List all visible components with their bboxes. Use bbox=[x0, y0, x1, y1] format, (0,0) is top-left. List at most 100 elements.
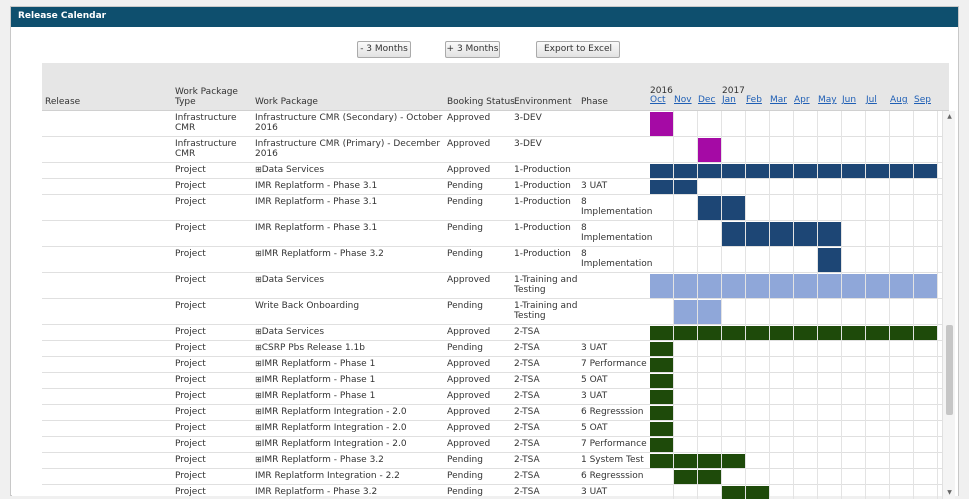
booking-bar[interactable] bbox=[914, 326, 937, 340]
table-row[interactable]: Infrastructure CMR Infrastructure CMR (Se… bbox=[42, 111, 949, 137]
month-link[interactable]: Nov bbox=[674, 95, 692, 105]
month-link[interactable]: Jul bbox=[866, 95, 877, 105]
booking-bar[interactable] bbox=[698, 196, 721, 220]
booking-bar[interactable] bbox=[794, 274, 817, 298]
booking-bar[interactable] bbox=[722, 326, 745, 340]
booking-bar[interactable] bbox=[698, 300, 721, 324]
booking-bar[interactable] bbox=[698, 274, 721, 298]
booking-bar[interactable] bbox=[914, 274, 937, 298]
booking-bar[interactable] bbox=[746, 326, 769, 340]
booking-bar[interactable] bbox=[890, 274, 913, 298]
booking-bar[interactable] bbox=[890, 326, 913, 340]
booking-bar[interactable] bbox=[770, 274, 793, 298]
booking-bar[interactable] bbox=[698, 326, 721, 340]
booking-bar[interactable] bbox=[770, 164, 793, 178]
booking-bar[interactable] bbox=[650, 342, 673, 356]
booking-bar[interactable] bbox=[722, 222, 745, 246]
table-row[interactable]: Project ⊞IMR Replatform - Phase 3.2 Pendin… bbox=[42, 247, 949, 273]
table-row[interactable]: Project ⊞IMR Replatform Integration - 2.0… bbox=[42, 437, 949, 453]
booking-bar[interactable] bbox=[674, 470, 697, 484]
booking-bar[interactable] bbox=[746, 164, 769, 178]
expand-icon[interactable]: ⊞ bbox=[255, 249, 262, 258]
table-row[interactable]: Project IMR Replatform - Phase 3.1 Pending… bbox=[42, 221, 949, 247]
month-link[interactable]: Dec bbox=[698, 95, 715, 105]
booking-bar[interactable] bbox=[650, 112, 673, 136]
expand-icon[interactable]: ⊞ bbox=[255, 423, 262, 432]
booking-bar[interactable] bbox=[650, 438, 673, 452]
booking-bar[interactable] bbox=[914, 164, 937, 178]
expand-icon[interactable]: ⊞ bbox=[255, 359, 262, 368]
month-link[interactable]: Jan bbox=[722, 95, 736, 105]
vertical-scrollbar[interactable]: ▲ ▼ bbox=[942, 111, 955, 499]
booking-bar[interactable] bbox=[674, 454, 697, 468]
booking-bar[interactable] bbox=[674, 180, 697, 194]
booking-bar[interactable] bbox=[650, 422, 673, 436]
table-row[interactable]: Project Write Back Onboarding Pending 1-Tra… bbox=[42, 299, 949, 325]
table-row[interactable]: Project ⊞CSRP Pbs Release 1.1b Pending 2-TS… bbox=[42, 341, 949, 357]
month-link[interactable]: Feb bbox=[746, 95, 762, 105]
table-row[interactable]: Project ⊞IMR Replatform Integration - 2.0… bbox=[42, 405, 949, 421]
month-link[interactable]: Aug bbox=[890, 95, 908, 105]
booking-bar[interactable] bbox=[794, 164, 817, 178]
booking-bar[interactable] bbox=[818, 274, 841, 298]
export-to-excel-button[interactable]: Export to Excel bbox=[536, 41, 620, 58]
booking-bar[interactable] bbox=[650, 274, 673, 298]
scroll-thumb[interactable] bbox=[946, 325, 953, 415]
expand-icon[interactable]: ⊞ bbox=[255, 375, 262, 384]
booking-bar[interactable] bbox=[818, 326, 841, 340]
booking-bar[interactable] bbox=[746, 222, 769, 246]
booking-bar[interactable] bbox=[698, 454, 721, 468]
booking-bar[interactable] bbox=[674, 164, 697, 178]
table-row[interactable]: Project ⊞Data Services Approved 1-Productio… bbox=[42, 163, 949, 179]
booking-bar[interactable] bbox=[650, 358, 673, 372]
booking-bar[interactable] bbox=[746, 274, 769, 298]
booking-bar[interactable] bbox=[674, 326, 697, 340]
booking-bar[interactable] bbox=[650, 164, 673, 178]
booking-bar[interactable] bbox=[722, 164, 745, 178]
booking-bar[interactable] bbox=[818, 164, 841, 178]
booking-bar[interactable] bbox=[818, 222, 841, 246]
month-link[interactable]: Oct bbox=[650, 95, 666, 105]
booking-bar[interactable] bbox=[650, 454, 673, 468]
booking-bar[interactable] bbox=[794, 326, 817, 340]
booking-bar[interactable] bbox=[650, 390, 673, 404]
plus-3-months-button[interactable]: + 3 Months bbox=[445, 41, 500, 58]
table-row[interactable]: Project IMR Replatform - Phase 3.2 Pending… bbox=[42, 485, 949, 499]
table-row[interactable]: Project ⊞IMR Replatform - Phase 1 Approved… bbox=[42, 373, 949, 389]
booking-bar[interactable] bbox=[674, 300, 697, 324]
booking-bar[interactable] bbox=[722, 196, 745, 220]
booking-bar[interactable] bbox=[866, 164, 889, 178]
booking-bar[interactable] bbox=[746, 486, 769, 499]
booking-bar[interactable] bbox=[722, 454, 745, 468]
table-row[interactable]: Project IMR Replatform Integration - 2.2 P… bbox=[42, 469, 949, 485]
booking-bar[interactable] bbox=[650, 326, 673, 340]
month-link[interactable]: Mar bbox=[770, 95, 787, 105]
booking-bar[interactable] bbox=[794, 222, 817, 246]
booking-bar[interactable] bbox=[650, 180, 673, 194]
expand-icon[interactable]: ⊞ bbox=[255, 327, 262, 336]
expand-icon[interactable]: ⊞ bbox=[255, 455, 262, 464]
expand-icon[interactable]: ⊞ bbox=[255, 407, 262, 416]
minus-3-months-button[interactable]: - 3 Months bbox=[357, 41, 411, 58]
table-row[interactable]: Project ⊞IMR Replatform - Phase 1 Approved… bbox=[42, 357, 949, 373]
table-row[interactable]: Project ⊞Data Services Approved 1-Training … bbox=[42, 273, 949, 299]
table-row[interactable]: Project ⊞Data Services Approved 2-TSA bbox=[42, 325, 949, 341]
month-link[interactable]: Sep bbox=[914, 95, 931, 105]
table-row[interactable]: Project ⊞IMR Replatform - Phase 3.2 Pendin… bbox=[42, 453, 949, 469]
booking-bar[interactable] bbox=[698, 138, 721, 162]
booking-bar[interactable] bbox=[722, 486, 745, 499]
booking-bar[interactable] bbox=[698, 470, 721, 484]
booking-bar[interactable] bbox=[698, 164, 721, 178]
expand-icon[interactable]: ⊞ bbox=[255, 343, 262, 352]
expand-icon[interactable]: ⊞ bbox=[255, 439, 262, 448]
table-row[interactable]: Project ⊞IMR Replatform - Phase 1 Approved… bbox=[42, 389, 949, 405]
booking-bar[interactable] bbox=[842, 274, 865, 298]
booking-bar[interactable] bbox=[650, 374, 673, 388]
month-link[interactable]: Apr bbox=[794, 95, 810, 105]
expand-icon[interactable]: ⊞ bbox=[255, 165, 262, 174]
table-row[interactable]: Project IMR Replatform - Phase 3.1 Pending… bbox=[42, 195, 949, 221]
table-row[interactable]: Infrastructure CMR Infrastructure CMR (Pr… bbox=[42, 137, 949, 163]
booking-bar[interactable] bbox=[650, 406, 673, 420]
booking-bar[interactable] bbox=[818, 248, 841, 272]
month-link[interactable]: Jun bbox=[842, 95, 856, 105]
